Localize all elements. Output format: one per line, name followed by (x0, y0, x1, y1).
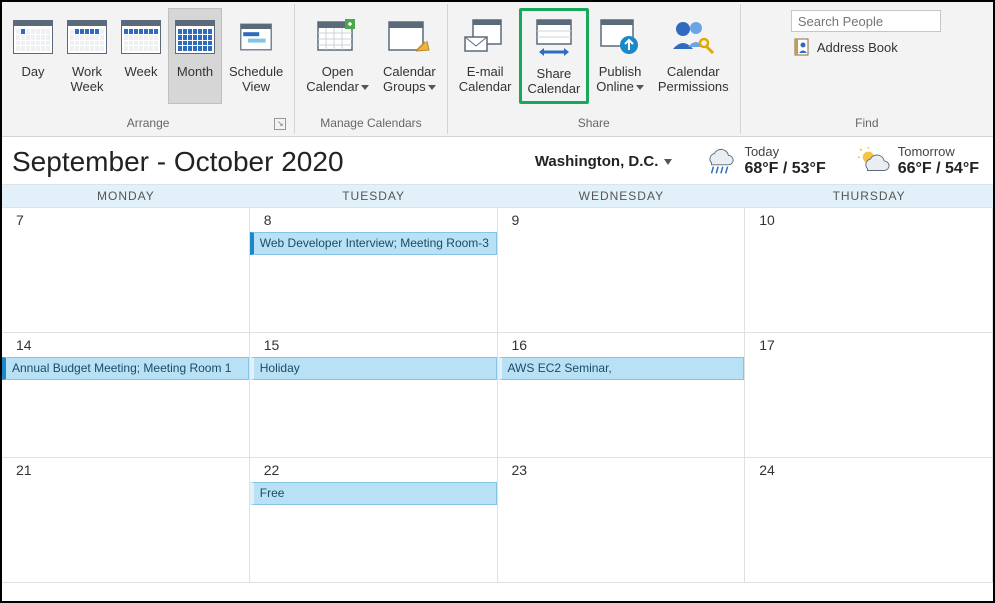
share-calendar-button[interactable]: Share Calendar (519, 8, 590, 104)
calendar-cell[interactable]: 23 (498, 458, 746, 583)
calendar-permissions-button[interactable]: Calendar Permissions (651, 8, 736, 104)
email-calendar-icon (464, 19, 506, 55)
schedule-view-label: Schedule View (229, 65, 283, 95)
tomorrow-label: Tomorrow (898, 145, 979, 160)
calendar-header: September - October 2020 Washington, D.C… (2, 137, 993, 184)
share-calendar-label: Share Calendar (528, 67, 581, 97)
weather-today: Today 68°F / 53°F (704, 145, 825, 178)
publish-online-icon (599, 19, 641, 55)
email-calendar-button[interactable]: E-mail Calendar (452, 8, 519, 104)
calendar-week-icon (121, 20, 161, 54)
calendar-permissions-label: Calendar Permissions (658, 65, 729, 95)
calendar-grid: 7 8 Web Developer Interview; Meeting Room… (2, 208, 993, 592)
ribbon-group-arrange: Day Work Week Week Month (2, 4, 295, 134)
calendar-cell[interactable]: 10 (745, 208, 993, 333)
ribbon: Day Work Week Week Month (2, 2, 993, 137)
chevron-down-icon (664, 159, 672, 165)
calendar-month-icon (175, 20, 215, 54)
date-range-title: September - October 2020 (12, 146, 517, 178)
ribbon-group-share: E-mail Calendar Share Calendar (448, 4, 741, 134)
day-label: Day (21, 65, 44, 80)
schedule-view-icon (240, 22, 272, 52)
open-calendar-label: Open Calendar (306, 64, 359, 94)
month-label: Month (177, 65, 213, 80)
week-button[interactable]: Week (114, 8, 168, 104)
cell-date: 14 (16, 337, 241, 353)
calendar-cell[interactable]: 17 (745, 333, 993, 458)
weather-location-label: Washington, D.C. (535, 153, 659, 170)
ribbon-group-find: Address Book Find (741, 4, 993, 134)
weekday-monday: MONDAY (2, 185, 250, 207)
weather-partly-cloudy-icon (858, 147, 890, 177)
weekday-tuesday: TUESDAY (250, 185, 498, 207)
open-calendar-button[interactable]: Open Calendar (299, 8, 376, 104)
calendar-cell[interactable]: 21 (2, 458, 250, 583)
week-label: Week (125, 65, 158, 80)
calendar-event[interactable]: Annual Budget Meeting; Meeting Room 1 (2, 357, 249, 379)
arrange-dialog-launcher[interactable]: ↘ (274, 118, 286, 130)
weather-rain-icon (704, 147, 736, 177)
address-book-button[interactable]: Address Book (791, 36, 941, 58)
cell-date: 15 (264, 337, 489, 353)
address-book-label: Address Book (817, 40, 898, 55)
calendar-groups-icon (388, 19, 430, 55)
find-caption: Find (855, 116, 878, 130)
calendar-cell[interactable]: 14 Annual Budget Meeting; Meeting Room 1 (2, 333, 250, 458)
share-calendar-icon (533, 19, 575, 59)
calendar-workweek-icon (67, 20, 107, 54)
calendar-cell[interactable]: 15 Holiday (250, 333, 498, 458)
calendar-event[interactable]: AWS EC2 Seminar, (498, 357, 745, 379)
cell-date: 21 (16, 462, 241, 478)
calendar-cell[interactable]: 16 AWS EC2 Seminar, (498, 333, 746, 458)
weather-tomorrow: Tomorrow 66°F / 54°F (858, 145, 979, 178)
calendar-cell[interactable]: 22 Free (250, 458, 498, 583)
search-people-input[interactable] (791, 10, 941, 32)
cell-date: 10 (759, 212, 984, 228)
open-calendar-icon (317, 19, 359, 55)
cell-date: 24 (759, 462, 984, 478)
schedule-view-button[interactable]: Schedule View (222, 8, 290, 104)
cell-date: 17 (759, 337, 984, 353)
calendar-cell[interactable]: 7 (2, 208, 250, 333)
work-week-button[interactable]: Work Week (60, 8, 114, 104)
email-calendar-label: E-mail Calendar (459, 65, 512, 95)
cell-date: 7 (16, 212, 241, 228)
tomorrow-temp: 66°F / 54°F (898, 160, 979, 178)
cell-date: 9 (512, 212, 737, 228)
manage-caption: Manage Calendars (320, 116, 421, 130)
weekday-thursday: THURSDAY (745, 185, 993, 207)
weekday-wednesday: WEDNESDAY (498, 185, 746, 207)
calendar-cell[interactable]: 8 Web Developer Interview; Meeting Room-3 (250, 208, 498, 333)
publish-online-label: Publish Online (596, 64, 641, 94)
work-week-label: Work Week (71, 65, 104, 95)
cell-date: 23 (512, 462, 737, 478)
publish-online-button[interactable]: Publish Online (589, 8, 651, 104)
calendar-event[interactable]: Web Developer Interview; Meeting Room-3 (250, 232, 497, 254)
ribbon-group-manage-calendars: Open Calendar Calendar Groups Manage Cal… (295, 4, 448, 134)
calendar-event[interactable]: Holiday (250, 357, 497, 379)
month-button[interactable]: Month (168, 8, 222, 104)
today-temp: 68°F / 53°F (744, 160, 825, 178)
day-button[interactable]: Day (6, 8, 60, 104)
calendar-permissions-icon (670, 19, 716, 55)
arrange-caption: Arrange (127, 116, 170, 130)
calendar-day-icon (13, 20, 53, 54)
cell-date: 8 (264, 212, 489, 228)
calendar-event[interactable]: Free (250, 482, 497, 504)
calendar-cell[interactable]: 24 (745, 458, 993, 583)
weather-location-button[interactable]: Washington, D.C. (535, 153, 673, 170)
today-label: Today (744, 145, 825, 160)
weekday-headers: MONDAY TUESDAY WEDNESDAY THURSDAY (2, 184, 993, 208)
cell-date: 22 (264, 462, 489, 478)
calendar-groups-button[interactable]: Calendar Groups (376, 8, 443, 104)
address-book-icon (793, 38, 811, 56)
calendar-cell[interactable]: 9 (498, 208, 746, 333)
cell-date: 16 (512, 337, 737, 353)
share-caption: Share (578, 116, 610, 130)
